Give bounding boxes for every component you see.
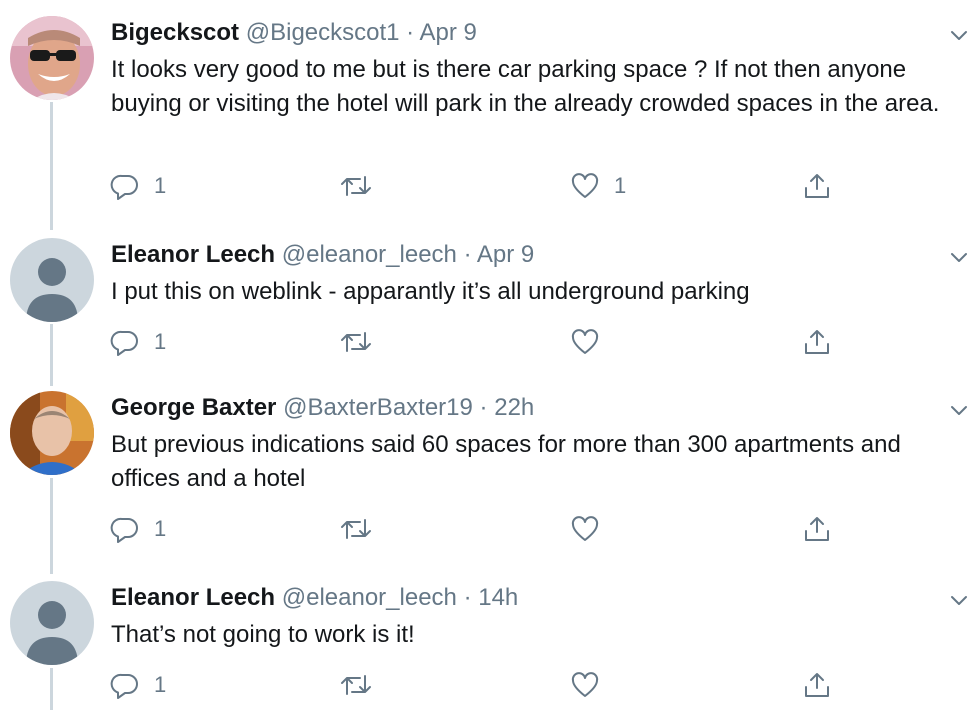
reply-icon [110,673,138,699]
retweet-icon [341,519,371,539]
tweet-text: It looks very good to me but is there ca… [111,56,940,117]
share-icon [805,517,829,541]
avatar[interactable] [10,581,94,665]
chevron-down-icon[interactable] [948,24,970,46]
share-icon [805,673,829,697]
reply-button[interactable]: 1 [110,665,166,705]
tweet-actions: 1 [0,322,978,362]
avatar[interactable] [10,391,94,475]
reply-count: 1 [154,173,167,198]
reply-count: 1 [154,672,167,697]
chevron-down-icon[interactable] [948,246,970,268]
share-icon [805,174,829,198]
reply-button[interactable]: 1 [110,322,166,362]
tweet-actions: 1 1 [0,166,978,206]
heart-icon [571,516,599,541]
display-name[interactable]: Eleanor Leech [111,584,275,611]
tweet-text: That’s not going to work is it! [111,621,415,648]
user-handle[interactable]: @eleanor_leech [282,241,457,268]
timestamp[interactable]: 22h [494,394,534,421]
share-button[interactable] [802,509,832,549]
like-button[interactable] [570,322,614,362]
retweet-icon [341,176,371,196]
retweet-icon [341,675,371,695]
separator-dot: · [406,19,415,46]
share-icon [805,330,829,354]
retweet-button[interactable] [340,665,386,705]
timestamp[interactable]: Apr 9 [477,241,534,268]
user-handle[interactable]: @Bigeckscot1 [246,19,400,46]
reply-icon [110,330,138,356]
avatar[interactable] [10,16,94,100]
share-button[interactable] [802,166,832,206]
share-button[interactable] [802,322,832,362]
reply-button[interactable]: 1 [110,509,166,549]
user-handle[interactable]: @eleanor_leech [282,584,457,611]
reply-icon [110,174,138,200]
heart-icon [571,672,599,697]
timestamp[interactable]: 14h [478,584,518,611]
like-button[interactable] [570,665,614,705]
tweet-actions: 1 [0,665,978,705]
separator-dot: · [463,241,472,268]
retweet-button[interactable] [340,322,386,362]
user-handle[interactable]: @BaxterBaxter19 [283,394,473,421]
separator-dot: · [479,394,488,421]
tweet-actions: 1 [0,509,978,549]
tweet-header: Eleanor Leech @eleanor_leech · 14h [111,581,518,615]
retweet-button[interactable] [340,166,386,206]
reply-button[interactable]: 1 [110,166,166,206]
heart-icon [571,329,599,354]
display-name[interactable]: George Baxter [111,394,276,421]
chevron-down-icon[interactable] [948,589,970,611]
share-button[interactable] [802,665,832,705]
retweet-icon [341,332,371,352]
reply-count: 1 [154,329,167,354]
like-button[interactable]: 1 [570,166,626,206]
like-count: 1 [614,173,627,198]
display-name[interactable]: Bigeckscot [111,19,239,46]
separator-dot: · [463,584,472,611]
tweet-header: George Baxter @BaxterBaxter19 · 22h [111,391,534,425]
like-button[interactable] [570,509,614,549]
tweet-text: But previous indications said 60 spaces … [111,431,901,492]
retweet-button[interactable] [340,509,386,549]
heart-icon [571,173,599,198]
tweet-header: Bigeckscot @Bigeckscot1 · Apr 9 [111,16,477,50]
reply-count: 1 [154,516,167,541]
chevron-down-icon[interactable] [948,399,970,421]
display-name[interactable]: Eleanor Leech [111,241,275,268]
tweet-text: I put this on weblink - apparantly it’s … [111,278,750,305]
tweet-header: Eleanor Leech @eleanor_leech · Apr 9 [111,238,534,272]
avatar[interactable] [10,238,94,322]
reply-icon [110,517,138,543]
timestamp[interactable]: Apr 9 [420,19,477,46]
